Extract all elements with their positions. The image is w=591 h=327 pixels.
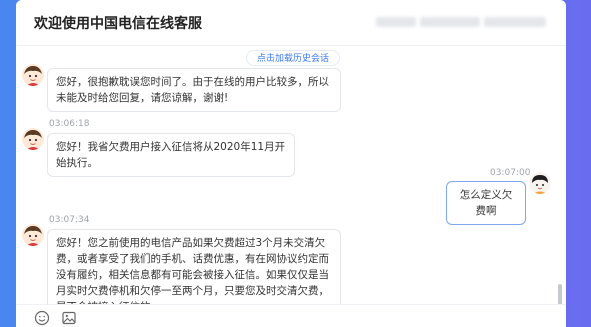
page-title: 欢迎使用中国电信在线客服 <box>34 16 202 32</box>
redacted-info <box>420 17 480 27</box>
message-timestamp: 03:07:00 <box>490 168 531 178</box>
load-history-link[interactable]: 点击加载历史会话 <box>246 50 341 66</box>
agent-message-bubble: 您好，很抱歉耽误您时间了。由于在线的用户比较多，所以未能及时给您回复，请您谅解，… <box>47 68 341 112</box>
user-message-bubble: 怎么定义欠费啊 <box>446 181 526 225</box>
user-avatar <box>529 172 551 194</box>
chat-messages-area[interactable]: 点击加载历史会话 您好，很抱歉耽误您时间了。由于在线的用户比较多，所以未能及时给… <box>16 46 566 304</box>
agent-message-bubble: 您好！我省欠费用户接入征信将从2020年11月开始执行。 <box>47 133 295 177</box>
agent-avatar <box>22 128 44 150</box>
chat-input-toolbar <box>16 304 566 327</box>
emoji-icon[interactable] <box>34 310 50 326</box>
message-timestamp: 03:07:34 <box>49 215 90 225</box>
redacted-info <box>376 17 416 27</box>
image-icon[interactable] <box>61 310 77 326</box>
agent-message-bubble: 您好！您之前使用的电信产品如果欠费超过3个月未交清欠费，或者享受了我们的手机、话… <box>47 229 341 304</box>
message-timestamp: 03:06:18 <box>49 119 90 129</box>
chat-header: 欢迎使用中国电信在线客服 <box>16 0 566 46</box>
chat-scrollbar[interactable] <box>558 284 562 304</box>
redacted-info <box>484 17 546 27</box>
agent-avatar <box>22 64 44 86</box>
agent-avatar <box>22 224 44 246</box>
chat-window: 欢迎使用中国电信在线客服 点击加载历史会话 您好，很抱歉耽误您时间了。由于在线的… <box>16 0 566 327</box>
